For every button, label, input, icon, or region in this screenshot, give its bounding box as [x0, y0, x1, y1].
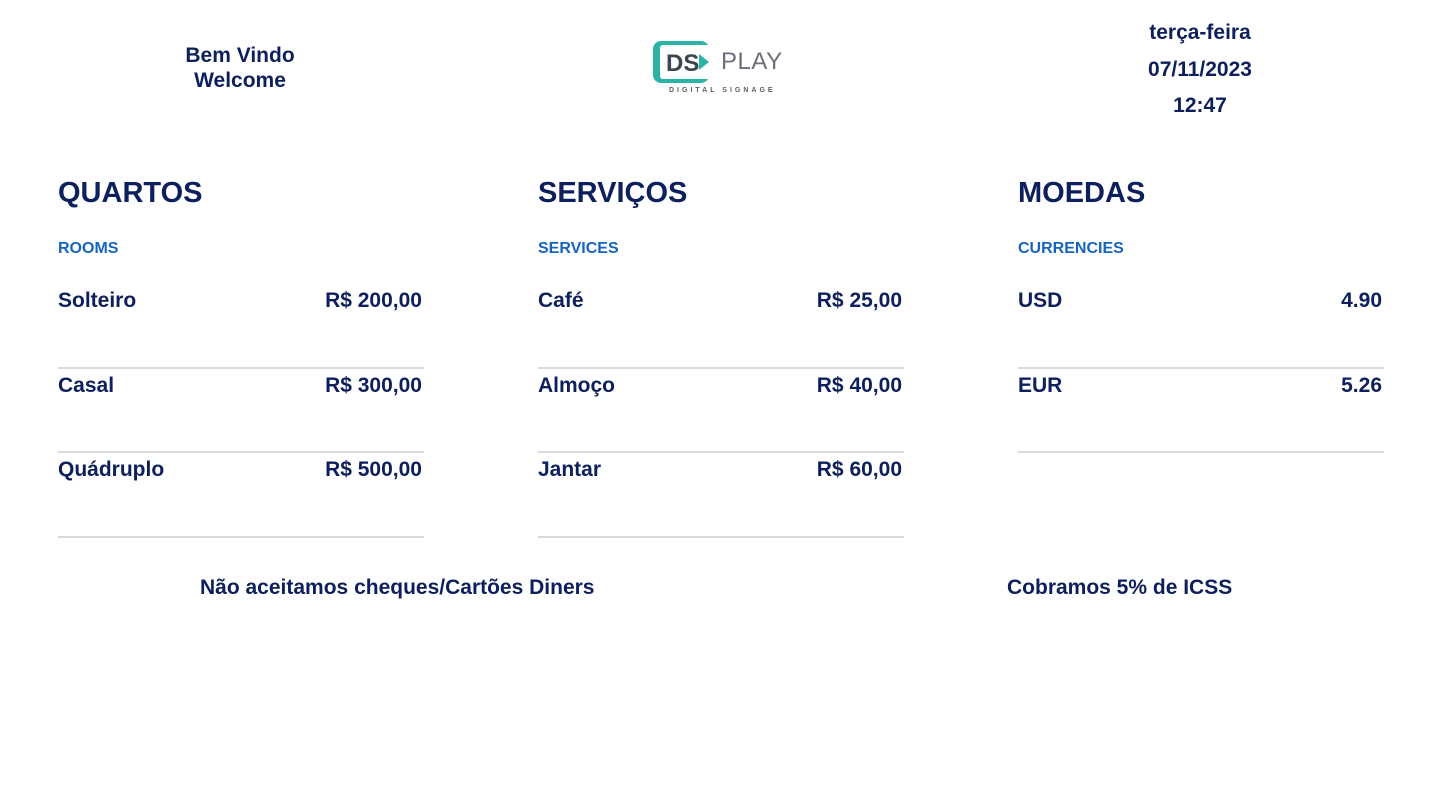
price-list: Café R$ 25,00 Almoço R$ 40,00 Jantar R$ … [538, 284, 904, 538]
logo-subtitle: DIGITAL SIGNAGE [669, 87, 776, 94]
section-subtitle: CURRENCIES [1018, 240, 1124, 257]
rooms-section: QUARTOS ROOMS Solteiro R$ 200,00 Casal R… [58, 176, 424, 538]
item-label: Café [538, 289, 584, 312]
list-item: Casal R$ 300,00 [58, 369, 424, 453]
price-list: Solteiro R$ 200,00 Casal R$ 300,00 Quádr… [58, 284, 424, 538]
item-price: R$ 40,00 [816, 373, 902, 397]
rate-list: USD 4.90 EUR 5.26 [1018, 284, 1384, 453]
list-item: Quádruplo R$ 500,00 [58, 453, 424, 538]
currency-code: EUR [1018, 373, 1063, 397]
services-section: SERVIÇOS SERVICES Café R$ 25,00 Almoço R… [538, 176, 904, 538]
payment-note: Não aceitamos cheques/Cartões Diners [200, 576, 595, 599]
item-label: Quádruplo [58, 458, 165, 481]
currency-code: USD [1018, 289, 1063, 312]
svg-text:DS: DS [666, 50, 699, 77]
ds-play-logo-mark-icon: DS [653, 41, 710, 83]
welcome-block: Bem Vindo Welcome [140, 43, 340, 93]
section-title: SERVIÇOS [538, 177, 688, 209]
item-price: R$ 500,00 [325, 458, 422, 481]
item-price: R$ 25,00 [816, 289, 902, 312]
list-item: Almoço R$ 40,00 [538, 369, 904, 453]
section-title: QUARTOS [58, 177, 203, 209]
section-title: MOEDAS [1018, 177, 1146, 209]
currencies-section: MOEDAS CURRENCIES USD 4.90 EUR 5.26 [1018, 176, 1384, 453]
item-label: Almoço [538, 373, 616, 397]
ds-play-logo: DS PLAY DIGITAL SIGNAGE [650, 38, 790, 100]
item-label: Jantar [538, 458, 602, 481]
list-item: USD 4.90 [1018, 284, 1384, 369]
tax-note: Cobramos 5% de ICSS [1007, 576, 1233, 599]
time-text: 12:47 [1173, 94, 1227, 117]
welcome-text-pt: Bem Vindo [185, 44, 295, 67]
datetime-block: terça-feira 07/11/2023 12:47 [1100, 20, 1300, 130]
list-item: Solteiro R$ 200,00 [58, 284, 424, 369]
item-label: Casal [58, 373, 115, 397]
logo-play-text: PLAY [721, 48, 783, 75]
date-text: 07/11/2023 [1148, 57, 1252, 81]
section-subtitle: SERVICES [538, 240, 619, 257]
section-subtitle: ROOMS [58, 240, 119, 257]
item-label: Solteiro [58, 289, 137, 312]
item-price: R$ 200,00 [325, 289, 422, 312]
list-item: EUR 5.26 [1018, 369, 1384, 453]
signage-screen: Bem Vindo Welcome DS PLAY DIGITAL SIGNAG… [0, 0, 1440, 810]
currency-rate: 4.90 [1341, 289, 1382, 312]
item-price: R$ 60,00 [816, 458, 902, 481]
weekday-text: terça-feira [1149, 21, 1251, 44]
currency-rate: 5.26 [1341, 373, 1382, 397]
welcome-text-en: Welcome [194, 69, 286, 92]
list-item: Jantar R$ 60,00 [538, 453, 904, 538]
item-price: R$ 300,00 [325, 373, 422, 397]
list-item: Café R$ 25,00 [538, 284, 904, 369]
